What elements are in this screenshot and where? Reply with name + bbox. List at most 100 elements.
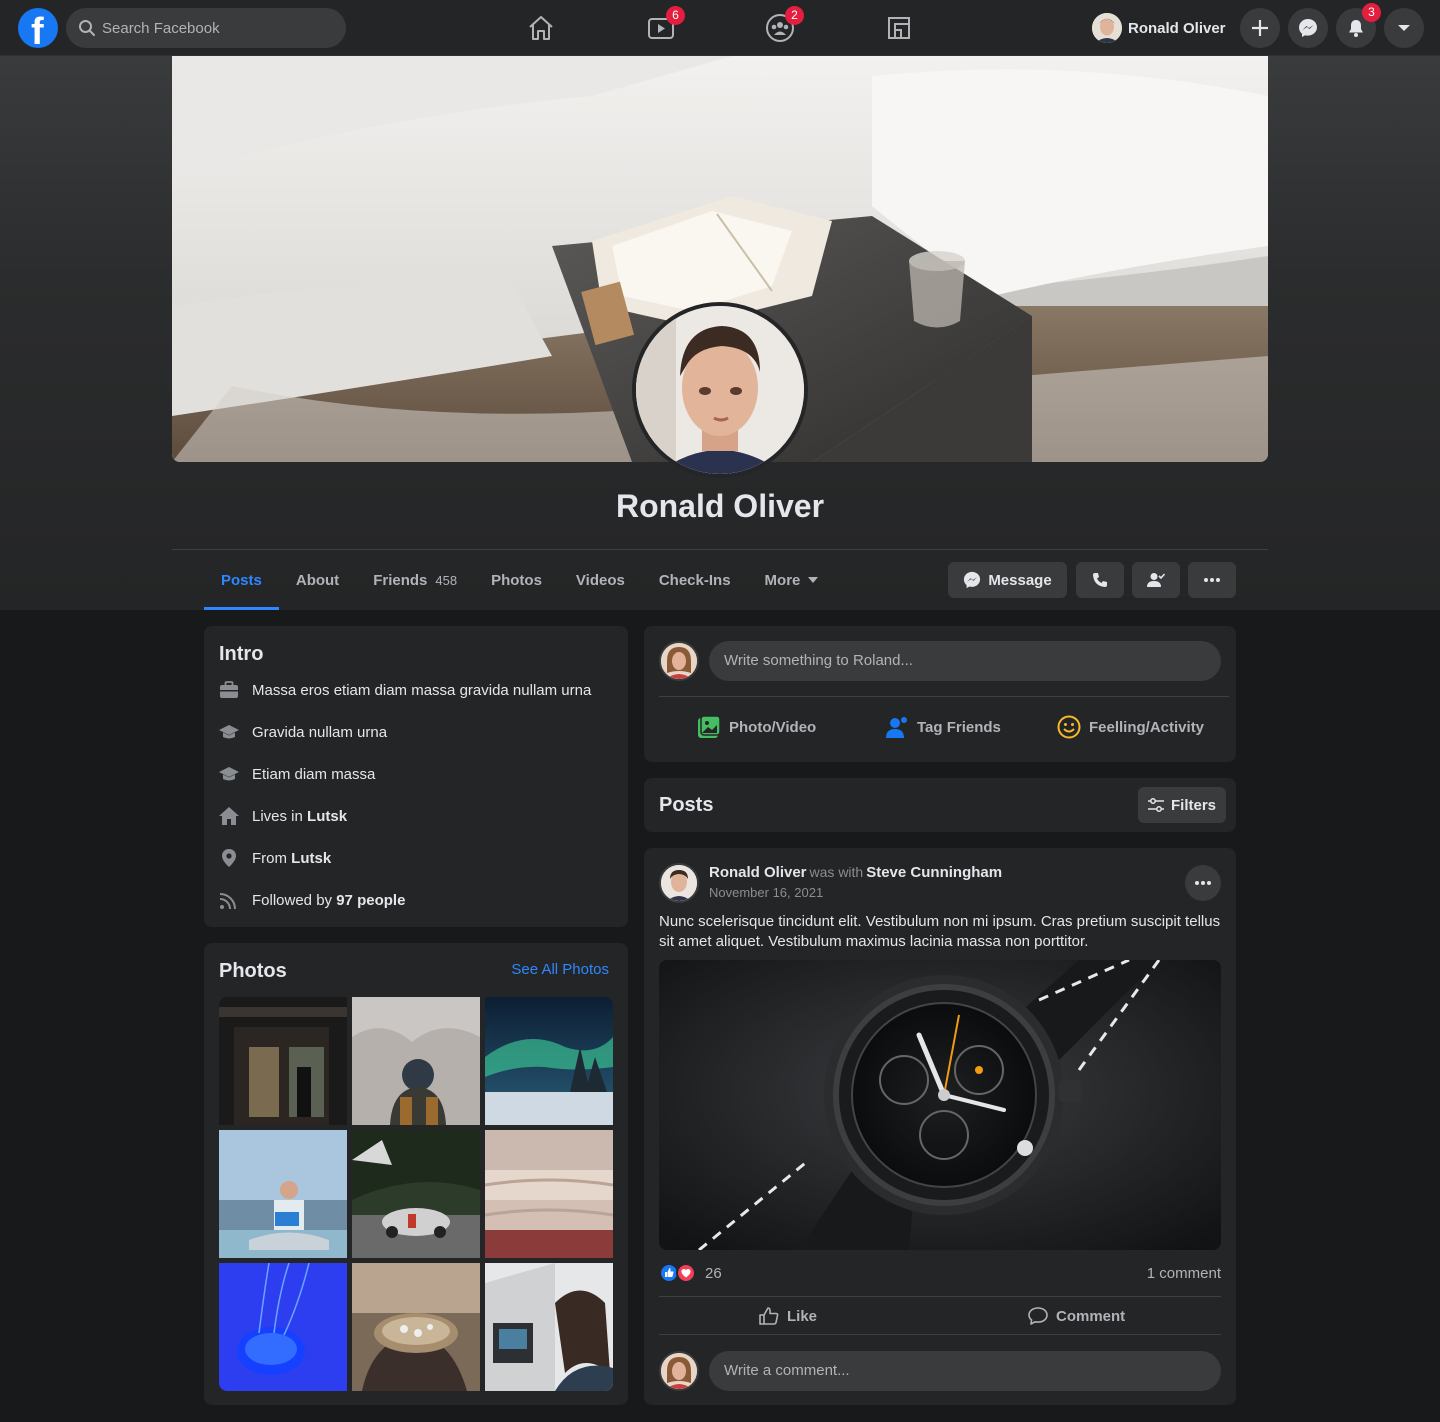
account-menu-button[interactable] [1384, 8, 1424, 48]
photos-card: Photos See All Photos [204, 943, 628, 1405]
gaming-icon [888, 17, 910, 39]
profile-name: Ronald Oliver [615, 488, 825, 524]
profile-chip-name: Ronald Oliver [1128, 19, 1226, 37]
intro-card: Intro Massa eros etiam diam massa gravid… [204, 626, 628, 927]
photo-thumbnail[interactable] [219, 1263, 347, 1391]
message-button[interactable]: Message [948, 562, 1067, 598]
tab-check-ins[interactable]: Check-Ins [642, 550, 748, 610]
comment-input[interactable]: Write a comment... [709, 1351, 1221, 1391]
photo-thumbnail[interactable] [219, 1130, 347, 1258]
rss-icon [219, 893, 236, 910]
messenger-icon [1299, 19, 1317, 37]
intro-item-work: Massa eros etiam diam massa gravida null… [219, 680, 591, 700]
post-image[interactable] [659, 960, 1221, 1250]
avatar[interactable] [659, 641, 699, 681]
nav-groups[interactable]: 2 [764, 6, 804, 44]
intro-item-from: From Lutsk [219, 848, 331, 868]
intro-item-education-1: Gravida nullam urna [219, 722, 387, 742]
graduation-cap-icon [219, 725, 239, 739]
photo-thumbnail[interactable] [352, 1263, 480, 1391]
search-box[interactable] [66, 8, 346, 48]
tab-photos[interactable]: Photos [474, 550, 559, 610]
post-date[interactable]: November 16, 2021 [709, 885, 823, 900]
nav-watch[interactable]: 6 [645, 6, 685, 44]
photo-thumbnail[interactable] [352, 1130, 480, 1258]
thumbs-up-icon [759, 1307, 779, 1325]
followers-link[interactable]: 97 people [336, 892, 405, 909]
friends-status-button[interactable] [1132, 562, 1180, 598]
post-tagged-friend[interactable]: Steve Cunningham [866, 864, 1002, 881]
more-options-button[interactable] [1188, 562, 1236, 598]
reactions-count[interactable]: 26 [705, 1265, 722, 1282]
post-author-line: Ronald Oliver was with Steve Cunningham [709, 864, 1003, 881]
photo-icon [698, 715, 721, 738]
more-dots-icon [1195, 881, 1211, 885]
tab-more[interactable]: More [748, 550, 836, 610]
bell-icon [1349, 20, 1363, 37]
intro-item-education-2: Etiam diam massa [219, 764, 375, 784]
caret-down-icon [1398, 25, 1410, 31]
plus-icon [1252, 20, 1268, 36]
search-icon [79, 20, 95, 36]
notifications-badge: 3 [1362, 3, 1381, 22]
tag-friends-icon [886, 717, 907, 738]
post-options-button[interactable] [1185, 865, 1221, 901]
photo-grid [219, 997, 613, 1391]
post-author[interactable]: Ronald Oliver [709, 864, 807, 881]
create-button[interactable] [1240, 8, 1280, 48]
love-reaction-icon[interactable] [676, 1263, 696, 1283]
photo-video-button[interactable]: Photo/Video [697, 715, 816, 739]
post-text: Nunc scelerisque tincidunt elit. Vestibu… [659, 913, 1221, 950]
groups-badge: 2 [785, 6, 804, 25]
intro-item-lives-in: Lives in Lutsk [219, 806, 347, 826]
caret-down-icon [808, 577, 819, 583]
from-link[interactable]: Lutsk [291, 850, 331, 867]
comment-icon [1028, 1307, 1048, 1325]
tab-about[interactable]: About [279, 550, 356, 610]
nav-home[interactable] [525, 12, 557, 44]
phone-icon [1093, 573, 1107, 587]
profile-chip[interactable]: Ronald Oliver [1092, 10, 1226, 46]
tab-videos[interactable]: Videos [559, 550, 642, 610]
more-dots-icon [1204, 578, 1220, 582]
tab-posts[interactable]: Posts [204, 550, 279, 610]
messenger-button[interactable] [1288, 8, 1328, 48]
post-divider-top [659, 1296, 1221, 1297]
avatar[interactable] [659, 863, 699, 903]
location-pin-icon [222, 849, 236, 867]
sliders-icon [1147, 798, 1164, 812]
top-navigation-bar: f 6 2 Ronald Oliver 3 [0, 0, 1440, 56]
photos-title: Photos [219, 960, 287, 982]
comment-button[interactable]: Comment [1028, 1302, 1125, 1330]
filters-button[interactable]: Filters [1138, 787, 1226, 823]
profile-tabs: Posts About Friends 458 Photos Videos Che… [204, 550, 835, 610]
notifications-button[interactable]: 3 [1336, 3, 1381, 48]
tab-friends[interactable]: Friends 458 [356, 550, 474, 610]
profile-picture[interactable] [632, 302, 808, 478]
tag-friends-button[interactable]: Tag Friends [885, 715, 1001, 739]
graduation-cap-icon [219, 767, 239, 781]
reactions-row: 26 1 comment [659, 1262, 1221, 1284]
photo-thumbnail[interactable] [485, 997, 613, 1125]
like-button[interactable]: Like [759, 1302, 817, 1330]
posts-title: Posts [659, 794, 714, 816]
nav-gaming[interactable] [883, 12, 915, 44]
photo-thumbnail[interactable] [352, 997, 480, 1125]
messenger-icon [964, 571, 981, 589]
avatar[interactable] [659, 1351, 699, 1391]
photo-thumbnail[interactable] [219, 997, 347, 1125]
feeling-activity-button[interactable]: Feelling/Activity [1057, 715, 1204, 739]
composer-divider [659, 696, 1229, 697]
watch-badge: 6 [666, 6, 685, 25]
composer-input[interactable]: Write something to Roland... [709, 641, 1221, 681]
home-icon [529, 16, 553, 40]
see-all-photos-link[interactable]: See All Photos [511, 961, 609, 978]
photo-thumbnail[interactable] [485, 1130, 613, 1258]
lives-in-link[interactable]: Lutsk [307, 808, 347, 825]
photo-thumbnail[interactable] [485, 1263, 613, 1391]
facebook-logo[interactable]: f [18, 8, 58, 52]
post-divider-bottom [659, 1334, 1221, 1335]
comments-count[interactable]: 1 comment [1147, 1265, 1221, 1282]
search-input[interactable] [102, 8, 332, 48]
call-button[interactable] [1076, 562, 1124, 598]
